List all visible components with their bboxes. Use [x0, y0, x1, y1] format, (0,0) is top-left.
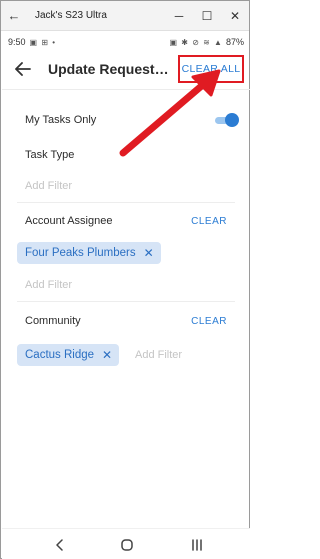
app-bar: Update Requests... CLEAR ALL [2, 52, 250, 86]
section-divider [17, 301, 235, 302]
task-type-label: Task Type [25, 149, 75, 161]
battery-level: 87% [225, 37, 244, 47]
system-status-icons: ▣ ✱ ⊘ ≋ ▲ [169, 37, 223, 47]
minimize-icon[interactable]: ─ [165, 9, 193, 23]
clear-all-button[interactable]: CLEAR ALL [178, 55, 244, 83]
chip-remove-icon[interactable]: ✕ [144, 246, 154, 260]
chip-cactus-ridge: Cactus Ridge ✕ [17, 344, 120, 366]
account-assignee-label: Account Assignee [25, 215, 113, 227]
chip-four-peaks-plumbers: Four Peaks Plumbers ✕ [17, 242, 161, 264]
community-clear-button[interactable]: CLEAR [191, 316, 227, 327]
host-window-title: Jack's S23 Ultra [35, 10, 107, 21]
notification-icons: ▣ ⊞ • [29, 37, 57, 47]
my-tasks-only-toggle[interactable] [213, 113, 239, 127]
host-titlebar: ← Jack's S23 Ultra ─ ☐ ✕ [1, 1, 249, 31]
community-label: Community [25, 315, 81, 327]
chip-remove-icon[interactable]: ✕ [102, 348, 112, 362]
page-title: Update Requests... [48, 61, 172, 77]
nav-back-icon[interactable] [50, 535, 70, 555]
header-divider [2, 89, 250, 90]
task-type-add-filter[interactable]: Add Filter [25, 180, 72, 192]
nav-home-icon[interactable] [117, 535, 137, 555]
emulator-window: ← Jack's S23 Ultra ─ ☐ ✕ 9:50 ▣ ⊞ • ▣ ✱ … [0, 0, 250, 559]
toggle-thumb [225, 113, 239, 127]
my-tasks-only-label: My Tasks Only [25, 114, 97, 126]
chip-label: Four Peaks Plumbers [25, 247, 136, 259]
status-time: 9:50 [8, 37, 26, 47]
host-back-icon[interactable]: ← [1, 8, 27, 23]
status-bar: 9:50 ▣ ⊞ • ▣ ✱ ⊘ ≋ ▲ 87% [2, 32, 250, 52]
community-add-filter[interactable]: Add Filter [135, 349, 182, 361]
nav-recents-icon[interactable] [187, 535, 207, 555]
section-divider [17, 202, 235, 203]
maximize-icon[interactable]: ☐ [193, 9, 221, 23]
arrow-left-icon[interactable] [6, 52, 40, 86]
account-assignee-clear-button[interactable]: CLEAR [191, 216, 227, 227]
close-icon[interactable]: ✕ [221, 9, 249, 23]
chip-label: Cactus Ridge [25, 349, 95, 361]
account-assignee-add-filter[interactable]: Add Filter [25, 279, 72, 291]
system-nav-bar [2, 528, 250, 559]
